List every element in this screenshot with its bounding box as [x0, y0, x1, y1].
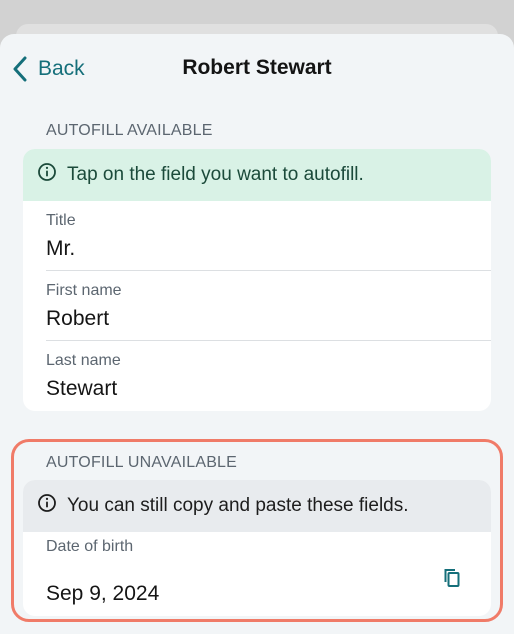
autofill-info-banner: Tap on the field you want to autofill. — [23, 149, 491, 201]
field-value: Stewart — [46, 377, 118, 400]
autofill-available-card: Tap on the field you want to autofill. T… — [23, 149, 491, 411]
field-label: Last name — [46, 352, 121, 369]
page-title: Robert Stewart — [182, 56, 332, 79]
section-label-autofill-available: AUTOFILL AVAILABLE — [46, 122, 213, 139]
field-label: First name — [46, 282, 122, 299]
navigation-bar: Back Robert Stewart — [0, 34, 514, 104]
field-first-name[interactable]: First name Robert — [46, 271, 491, 341]
info-icon — [37, 162, 57, 188]
banner-text: Tap on the field you want to autofill. — [67, 164, 364, 185]
field-last-name[interactable]: Last name Stewart — [46, 341, 491, 411]
field-title[interactable]: Title Mr. — [46, 201, 491, 271]
unavailable-section-highlight — [11, 439, 503, 622]
field-value: Mr. — [46, 237, 76, 260]
field-label: Title — [46, 212, 76, 229]
field-value: Robert — [46, 307, 110, 330]
